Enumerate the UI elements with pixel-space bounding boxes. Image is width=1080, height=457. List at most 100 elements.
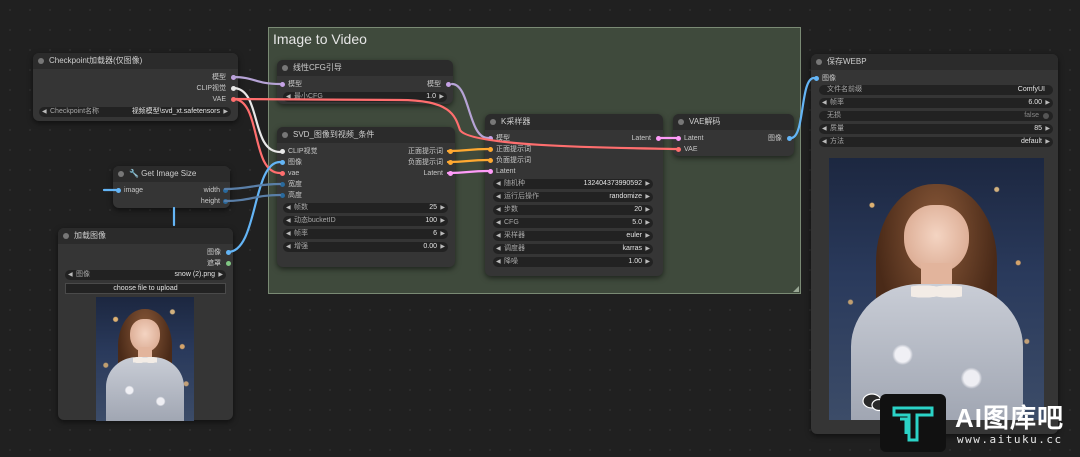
collapse-dot-icon[interactable]: [490, 119, 496, 125]
arrow-right-icon[interactable]: ▶: [440, 229, 445, 239]
input-pin-image[interactable]: [814, 76, 819, 81]
arrow-right-icon[interactable]: ▶: [645, 231, 650, 241]
input-pin-model[interactable]: [488, 136, 493, 141]
output-pin-latent[interactable]: [448, 171, 453, 176]
arrow-left-icon[interactable]: ◀: [496, 218, 501, 228]
upload-button[interactable]: choose file to upload: [65, 283, 226, 294]
input-pin-positive[interactable]: [488, 147, 493, 152]
widget-motion-bucket[interactable]: ◀ 动态bucketID 100 ▶: [283, 216, 448, 226]
node-title[interactable]: K采样器: [485, 114, 663, 130]
input-pin-vae[interactable]: [676, 147, 681, 152]
widget-fps[interactable]: ◀ 帧率 6 ▶: [283, 229, 448, 239]
arrow-right-icon[interactable]: ▶: [1045, 98, 1050, 108]
widget-filename-prefix[interactable]: 文件名前缀 ComfyUI: [819, 85, 1053, 95]
collapse-dot-icon[interactable]: [816, 59, 822, 65]
input-pin-latent[interactable]: [488, 169, 493, 174]
input-pin-negative[interactable]: [488, 158, 493, 163]
arrow-left-icon[interactable]: ◀: [286, 203, 291, 213]
input-pin-clip-vision[interactable]: [280, 149, 285, 154]
node-title[interactable]: 保存WEBP: [811, 54, 1058, 70]
output-pin-mask[interactable]: [226, 261, 231, 266]
collapse-dot-icon[interactable]: [38, 58, 44, 64]
arrow-right-icon[interactable]: ▶: [645, 218, 650, 228]
widget-lossless-toggle[interactable]: 无损 false: [819, 111, 1053, 121]
arrow-right-icon[interactable]: ▶: [440, 203, 445, 213]
node-ksampler[interactable]: K采样器 模型 正面提示词 负面提示词 Latent Latent ◀ 随机种 …: [485, 114, 663, 276]
input-pin-image[interactable]: [116, 188, 121, 193]
widget-method[interactable]: ◀ 方法 default ▶: [819, 137, 1053, 147]
widget-frames[interactable]: ◀ 帧数 25 ▶: [283, 203, 448, 213]
arrow-right-icon[interactable]: ▶: [645, 205, 650, 215]
widget-quality[interactable]: ◀ 质量 85 ▶: [819, 124, 1053, 134]
input-pin-height[interactable]: [280, 193, 285, 198]
arrow-right-icon[interactable]: ▶: [1045, 137, 1050, 147]
node-title[interactable]: VAE解码: [673, 114, 794, 130]
arrow-left-icon[interactable]: ◀: [286, 242, 291, 252]
widget-ckpt-name[interactable]: ◀ Checkpoint名称 视频模型\svd_xt.safetensors ▶: [39, 107, 231, 117]
arrow-left-icon[interactable]: ◀: [822, 98, 827, 108]
output-pin-image[interactable]: [226, 250, 231, 255]
widget-denoise[interactable]: ◀ 降噪 1.00 ▶: [493, 257, 653, 267]
widget-control-after-generate[interactable]: ◀ 运行后操作 randomize ▶: [493, 192, 653, 202]
node-title[interactable]: 线性CFG引导: [277, 60, 453, 76]
arrow-left-icon[interactable]: ◀: [822, 137, 827, 147]
arrow-left-icon[interactable]: ◀: [496, 192, 501, 202]
node-load-image[interactable]: 加载图像 图像 遮罩 ◀ 图像 snow (2).png ▶ choose fi…: [58, 228, 233, 421]
arrow-right-icon[interactable]: ▶: [645, 179, 650, 189]
arrow-right-icon[interactable]: ▶: [218, 270, 223, 280]
output-pin-height[interactable]: [223, 199, 228, 204]
node-title[interactable]: 加载图像: [58, 228, 233, 244]
arrow-left-icon[interactable]: ◀: [286, 216, 291, 226]
arrow-right-icon[interactable]: ▶: [645, 192, 650, 202]
output-pin-latent[interactable]: [656, 136, 661, 141]
output-pin-negative[interactable]: [448, 160, 453, 165]
node-title[interactable]: SVD_图像到视频_条件: [277, 127, 455, 143]
output-pin-clip-vision[interactable]: [231, 86, 236, 91]
output-pin-positive[interactable]: [448, 149, 453, 154]
node-get-image-size[interactable]: 🔧 Get Image Size image width height: [113, 166, 230, 208]
input-pin-model[interactable]: [280, 82, 285, 87]
group-resize-handle[interactable]: [793, 286, 799, 292]
node-checkpoint-loader[interactable]: Checkpoint加载器(仅图像) 模型 CLIP视觉 VAE ◀ Check…: [33, 53, 238, 121]
arrow-right-icon[interactable]: ▶: [223, 107, 228, 117]
widget-cfg[interactable]: ◀ CFG 5.0 ▶: [493, 218, 653, 228]
output-pin-model[interactable]: [231, 75, 236, 80]
node-svd-img2vid-conditioning[interactable]: SVD_图像到视频_条件 CLIP视觉 图像 vae 宽度 高度 正面提示词 负…: [277, 127, 455, 267]
widget-augmentation[interactable]: ◀ 增强 0.00 ▶: [283, 242, 448, 252]
widget-scheduler[interactable]: ◀ 调度器 karras ▶: [493, 244, 653, 254]
arrow-right-icon[interactable]: ▶: [1045, 124, 1050, 134]
node-save-webp[interactable]: 保存WEBP 图像 文件名前缀 ComfyUI ◀ 帧率 6.00 ▶ 无损 f…: [811, 54, 1058, 434]
arrow-left-icon[interactable]: ◀: [42, 107, 47, 117]
node-vae-decode[interactable]: VAE解码 Latent VAE 图像: [673, 114, 794, 156]
arrow-left-icon[interactable]: ◀: [496, 257, 501, 267]
arrow-right-icon[interactable]: ▶: [439, 92, 444, 102]
node-linear-cfg-guidance[interactable]: 线性CFG引导 模型 模型 ◀ 最小CFG 1.0 ▶: [277, 60, 453, 104]
node-title[interactable]: Checkpoint加载器(仅图像): [33, 53, 238, 69]
output-pin-width[interactable]: [223, 188, 228, 193]
input-pin-width[interactable]: [280, 182, 285, 187]
widget-webp-fps[interactable]: ◀ 帧率 6.00 ▶: [819, 98, 1053, 108]
node-title[interactable]: 🔧 Get Image Size: [113, 166, 230, 182]
arrow-left-icon[interactable]: ◀: [822, 124, 827, 134]
arrow-left-icon[interactable]: ◀: [496, 179, 501, 189]
arrow-right-icon[interactable]: ▶: [645, 244, 650, 254]
output-pin-image[interactable]: [787, 136, 792, 141]
arrow-left-icon[interactable]: ◀: [496, 244, 501, 254]
arrow-right-icon[interactable]: ▶: [645, 257, 650, 267]
arrow-left-icon[interactable]: ◀: [68, 270, 73, 280]
widget-seed[interactable]: ◀ 随机种 132404373990592 ▶: [493, 179, 653, 189]
output-pin-vae[interactable]: [231, 97, 236, 102]
widget-image-select[interactable]: ◀ 图像 snow (2).png ▶: [65, 270, 226, 280]
output-pin-model[interactable]: [446, 82, 451, 87]
collapse-dot-icon[interactable]: [63, 233, 69, 239]
widget-steps[interactable]: ◀ 步数 20 ▶: [493, 205, 653, 215]
arrow-left-icon[interactable]: ◀: [496, 205, 501, 215]
arrow-right-icon[interactable]: ▶: [440, 216, 445, 226]
widget-sampler[interactable]: ◀ 采样器 euler ▶: [493, 231, 653, 241]
input-pin-vae[interactable]: [280, 171, 285, 176]
widget-min-cfg[interactable]: ◀ 最小CFG 1.0 ▶: [283, 92, 447, 102]
arrow-left-icon[interactable]: ◀: [496, 231, 501, 241]
collapse-dot-icon[interactable]: [118, 171, 124, 177]
arrow-left-icon[interactable]: ◀: [286, 229, 291, 239]
arrow-right-icon[interactable]: ▶: [440, 242, 445, 252]
